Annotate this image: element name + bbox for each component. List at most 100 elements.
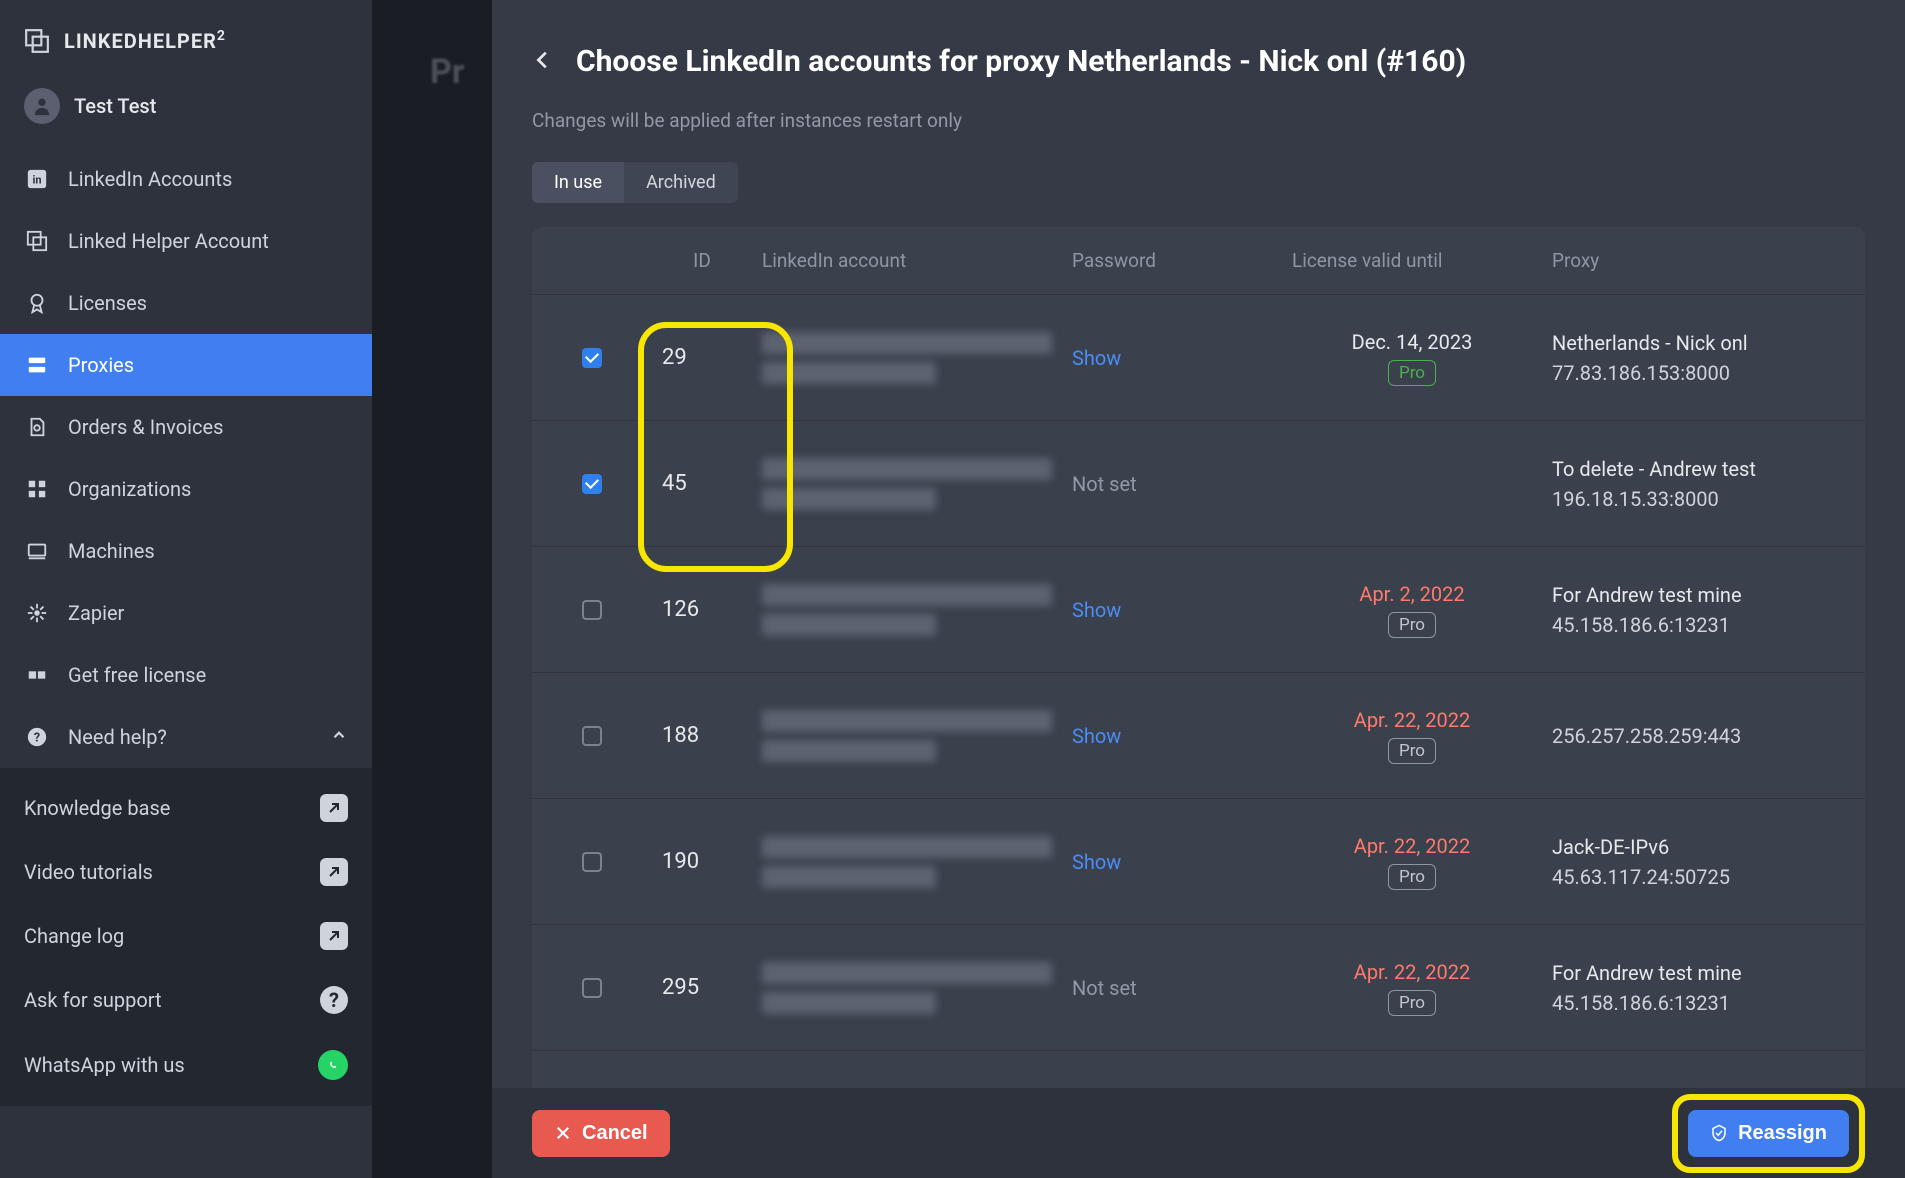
help-link-whatsapp-with-us[interactable]: WhatsApp with us bbox=[0, 1032, 372, 1098]
table-row: 45Not setTo delete - Andrew test196.18.1… bbox=[532, 421, 1865, 547]
show-password-link[interactable]: Show bbox=[1072, 724, 1121, 748]
back-button[interactable] bbox=[532, 49, 554, 75]
license-date: Apr. 2, 2022 bbox=[1292, 582, 1532, 606]
license-badge: Pro bbox=[1388, 864, 1436, 890]
sidebar-item-gift[interactable]: Get free license bbox=[0, 644, 372, 706]
svg-text:in: in bbox=[32, 174, 41, 187]
linkedin-account-cell bbox=[752, 694, 1062, 778]
help-link-label: Ask for support bbox=[24, 988, 162, 1012]
brand-logo: LINKEDHELPER2 bbox=[0, 0, 372, 74]
external-link-icon bbox=[320, 794, 348, 822]
linkedin-icon: in bbox=[24, 166, 50, 192]
proxy-name: To delete - Andrew test bbox=[1552, 454, 1855, 484]
row-checkbox[interactable] bbox=[582, 726, 602, 746]
sidebar-item-label: Licenses bbox=[68, 291, 147, 315]
modal-footer: Cancel Reassign bbox=[492, 1088, 1905, 1178]
help-link-label: Change log bbox=[24, 924, 124, 948]
proxy-name: For Andrew test mine bbox=[1552, 580, 1855, 610]
license-badge: Pro bbox=[1388, 738, 1436, 764]
sidebar-item-account[interactable]: Linked Helper Account bbox=[0, 210, 372, 272]
linkedin-account-cell bbox=[752, 568, 1062, 652]
account-icon bbox=[24, 228, 50, 254]
table-row: 190ShowApr. 22, 2022ProJack-DE-IPv645.63… bbox=[532, 799, 1865, 925]
logo-icon bbox=[24, 28, 50, 54]
help-link-ask-for-support[interactable]: Ask for support? bbox=[0, 968, 372, 1032]
sidebar-item-help[interactable]: ?Need help? bbox=[0, 706, 372, 768]
license-badge: Pro bbox=[1388, 990, 1436, 1016]
current-user[interactable]: Test Test bbox=[0, 74, 372, 138]
row-checkbox[interactable] bbox=[582, 348, 602, 368]
linkedin-account-cell bbox=[752, 316, 1062, 400]
org-icon bbox=[24, 476, 50, 502]
whatsapp-icon bbox=[318, 1050, 348, 1080]
license-date: Apr. 22, 2022 bbox=[1292, 708, 1532, 732]
sidebar-item-proxies[interactable]: Proxies bbox=[0, 334, 372, 396]
reassign-button[interactable]: Reassign bbox=[1688, 1110, 1849, 1157]
proxy-address: 45.158.186.6:13231 bbox=[1552, 610, 1855, 640]
proxy-name: Netherlands - Nick onl bbox=[1552, 328, 1855, 358]
proxy-name: For Andrew test mine bbox=[1552, 958, 1855, 988]
modal-title: Choose LinkedIn accounts for proxy Nethe… bbox=[576, 44, 1466, 79]
gift-icon bbox=[24, 662, 50, 688]
help-link-video-tutorials[interactable]: Video tutorials bbox=[0, 840, 372, 904]
sidebar: LINKEDHELPER2 Test Test inLinkedIn Accou… bbox=[0, 0, 372, 1178]
external-link-icon bbox=[320, 922, 348, 950]
proxies-icon bbox=[24, 352, 50, 378]
row-id: 45 bbox=[652, 455, 752, 512]
license-date: Dec. 14, 2023 bbox=[1292, 330, 1532, 354]
help-link-label: WhatsApp with us bbox=[24, 1053, 185, 1077]
close-icon bbox=[554, 1124, 572, 1142]
table-body: 29 Show Dec. 14, 2023 Pro Netherlands - Nick… bbox=[532, 295, 1865, 1051]
help-link-change-log[interactable]: Change log bbox=[0, 904, 372, 968]
sidebar-item-orders[interactable]: Orders & Invoices bbox=[0, 396, 372, 458]
row-checkbox[interactable] bbox=[582, 600, 602, 620]
sidebar-item-zapier[interactable]: Zapier bbox=[0, 582, 372, 644]
proxy-address: 77.83.186.153:8000 bbox=[1552, 358, 1855, 388]
linkedin-account-cell bbox=[752, 946, 1062, 1030]
svg-text:?: ? bbox=[34, 731, 40, 746]
help-link-knowledge-base[interactable]: Knowledge base bbox=[0, 776, 372, 840]
row-checkbox[interactable] bbox=[582, 978, 602, 998]
table-row: 188ShowApr. 22, 2022Pro256.257.258.259:4… bbox=[532, 673, 1865, 799]
orders-icon bbox=[24, 414, 50, 440]
external-link-icon bbox=[320, 858, 348, 886]
sidebar-item-license[interactable]: Licenses bbox=[0, 272, 372, 334]
tab-in-use[interactable]: In use bbox=[532, 162, 624, 203]
sidebar-item-label: Proxies bbox=[68, 353, 134, 377]
row-checkbox[interactable] bbox=[582, 474, 602, 494]
row-id: 29 bbox=[652, 329, 752, 386]
status-tabs: In useArchived bbox=[532, 162, 1865, 203]
sidebar-item-linkedin[interactable]: inLinkedIn Accounts bbox=[0, 148, 372, 210]
accounts-table: ID LinkedIn account Password License val… bbox=[532, 227, 1865, 1102]
license-icon bbox=[24, 290, 50, 316]
modal-subtitle: Changes will be applied after instances … bbox=[492, 91, 1905, 132]
user-name: Test Test bbox=[74, 94, 156, 118]
show-password-link[interactable]: Show bbox=[1072, 346, 1121, 370]
backdrop-title: Pr bbox=[430, 52, 464, 92]
license-badge: Pro bbox=[1388, 360, 1436, 386]
show-password-link[interactable]: Show bbox=[1072, 850, 1121, 874]
help-link-label: Video tutorials bbox=[24, 860, 153, 884]
main-nav: inLinkedIn Accounts Linked Helper Account… bbox=[0, 148, 372, 768]
col-password[interactable]: Password bbox=[1062, 249, 1282, 272]
show-password-link[interactable]: Show bbox=[1072, 598, 1121, 622]
row-id: 190 bbox=[652, 833, 752, 890]
license-date: Apr. 22, 2022 bbox=[1292, 960, 1532, 984]
linkedin-account-cell bbox=[752, 442, 1062, 526]
sidebar-item-label: Zapier bbox=[68, 601, 124, 625]
sidebar-item-label: Organizations bbox=[68, 477, 191, 501]
row-checkbox[interactable] bbox=[582, 852, 602, 872]
col-id[interactable]: ID bbox=[652, 249, 752, 272]
sidebar-item-org[interactable]: Organizations bbox=[0, 458, 372, 520]
table-row: 126ShowApr. 2, 2022ProFor Andrew test mi… bbox=[532, 547, 1865, 673]
chevron-up-icon bbox=[330, 725, 348, 749]
col-account[interactable]: LinkedIn account bbox=[752, 249, 1062, 272]
tab-archived[interactable]: Archived bbox=[624, 162, 738, 203]
sidebar-item-label: Linked Helper Account bbox=[68, 229, 269, 253]
help-icon: ? bbox=[24, 724, 50, 750]
sidebar-item-machines[interactable]: Machines bbox=[0, 520, 372, 582]
col-license[interactable]: License valid until bbox=[1282, 249, 1542, 272]
cancel-button[interactable]: Cancel bbox=[532, 1110, 670, 1157]
main-area: Pr Choose LinkedIn accounts for proxy Ne… bbox=[372, 0, 1905, 1178]
col-proxy[interactable]: Proxy bbox=[1542, 249, 1865, 272]
